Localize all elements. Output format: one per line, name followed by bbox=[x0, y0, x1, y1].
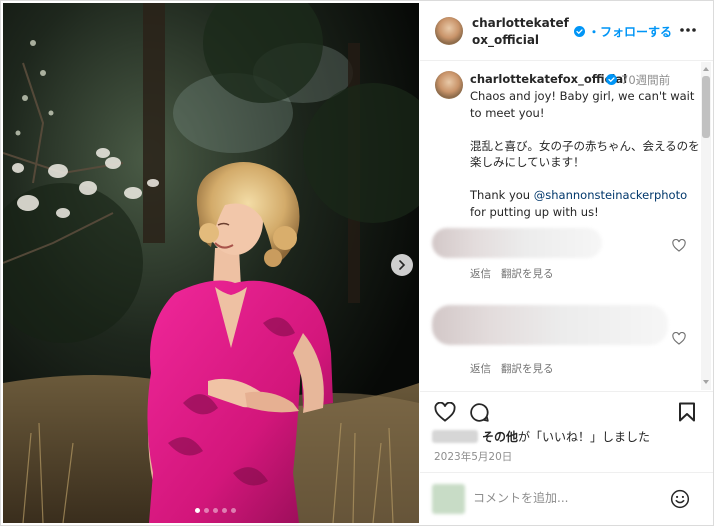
post-side-panel: charlottekatefox_official ・フォローする charlo… bbox=[420, 3, 713, 523]
instagram-embed: charlottekatefox_official ・フォローする charlo… bbox=[0, 0, 714, 526]
carousel-next-button[interactable] bbox=[391, 254, 413, 276]
scroll-down-arrow[interactable] bbox=[703, 380, 709, 384]
see-translation-button[interactable]: 翻訳を見る bbox=[501, 266, 554, 281]
blurred-comment bbox=[432, 305, 668, 345]
verified-badge-icon bbox=[606, 74, 617, 85]
blurred-user-avatar bbox=[432, 484, 465, 514]
follow-button[interactable]: ・フォローする bbox=[588, 23, 672, 40]
caption-thanks: Thank you @shannonsteinackerphoto for pu… bbox=[470, 187, 702, 220]
caption-timestamp[interactable]: 70週間前 bbox=[621, 72, 670, 88]
caption-japanese: 混乱と喜び。女の子の赤ちゃん、会えるのを楽しみにしています！ bbox=[470, 138, 700, 170]
carousel-dot bbox=[195, 508, 200, 513]
bookmark-icon[interactable] bbox=[678, 402, 696, 422]
blurred-liker bbox=[432, 430, 478, 443]
post-header: charlottekatefox_official ・フォローする bbox=[420, 3, 713, 61]
add-comment-bar bbox=[420, 472, 713, 523]
heart-icon[interactable] bbox=[672, 239, 686, 252]
avatar[interactable] bbox=[435, 17, 463, 45]
heart-icon[interactable] bbox=[672, 332, 686, 345]
follow-label: フォローする bbox=[600, 25, 673, 39]
likes-suffix: が「いいね！」しました bbox=[518, 430, 651, 444]
photo-illustration bbox=[3, 3, 419, 523]
post-date[interactable]: 2023年5月20日 bbox=[434, 449, 512, 464]
add-comment-input[interactable] bbox=[473, 488, 663, 508]
caption-username[interactable]: charlottekatefox_official bbox=[470, 72, 627, 86]
comment-item: 返信 翻訳を見る bbox=[420, 228, 700, 308]
caption-english: Chaos and joy! Baby girl, we can't wait … bbox=[470, 89, 695, 120]
reply-button[interactable]: 返信 bbox=[470, 266, 491, 281]
mention-link[interactable]: @shannonsteinackerphoto bbox=[534, 188, 687, 202]
carousel-dot bbox=[222, 508, 227, 513]
likes-others[interactable]: その他 bbox=[482, 430, 518, 444]
blurred-comment bbox=[432, 228, 602, 258]
carousel-dots bbox=[195, 508, 236, 513]
see-translation-button[interactable]: 翻訳を見る bbox=[501, 361, 554, 376]
carousel-dot bbox=[213, 508, 218, 513]
caption-text: Chaos and joy! Baby girl, we can't wait … bbox=[470, 88, 702, 237]
comments-scroll-area[interactable]: charlottekatefox_official 70週間前 Chaos an… bbox=[420, 62, 713, 390]
heart-icon[interactable] bbox=[434, 402, 456, 422]
scrollbar[interactable] bbox=[701, 62, 711, 390]
more-options-icon[interactable] bbox=[678, 22, 698, 38]
reply-button[interactable]: 返信 bbox=[470, 361, 491, 376]
post-actions: その他が「いいね！」しました 2023年5月20日 bbox=[420, 391, 713, 471]
speech-bubble-icon[interactable] bbox=[469, 402, 490, 423]
smiley-icon[interactable] bbox=[670, 489, 690, 509]
post-photo[interactable] bbox=[3, 3, 419, 523]
carousel-dot bbox=[231, 508, 236, 513]
thanks-prefix: Thank you bbox=[470, 188, 534, 202]
comment-item: 返信 翻訳を見る bbox=[420, 305, 700, 385]
likes-summary: その他が「いいね！」しました bbox=[432, 428, 650, 445]
scroll-thumb[interactable] bbox=[702, 76, 710, 138]
chevron-right-icon bbox=[399, 260, 406, 270]
caption-avatar[interactable] bbox=[435, 71, 463, 99]
carousel-dot bbox=[204, 508, 209, 513]
verified-badge-icon bbox=[574, 26, 585, 37]
header-username[interactable]: charlottekatefox_official bbox=[472, 15, 572, 49]
scroll-up-arrow[interactable] bbox=[703, 67, 709, 71]
thanks-suffix: for putting up with us! bbox=[470, 204, 599, 219]
